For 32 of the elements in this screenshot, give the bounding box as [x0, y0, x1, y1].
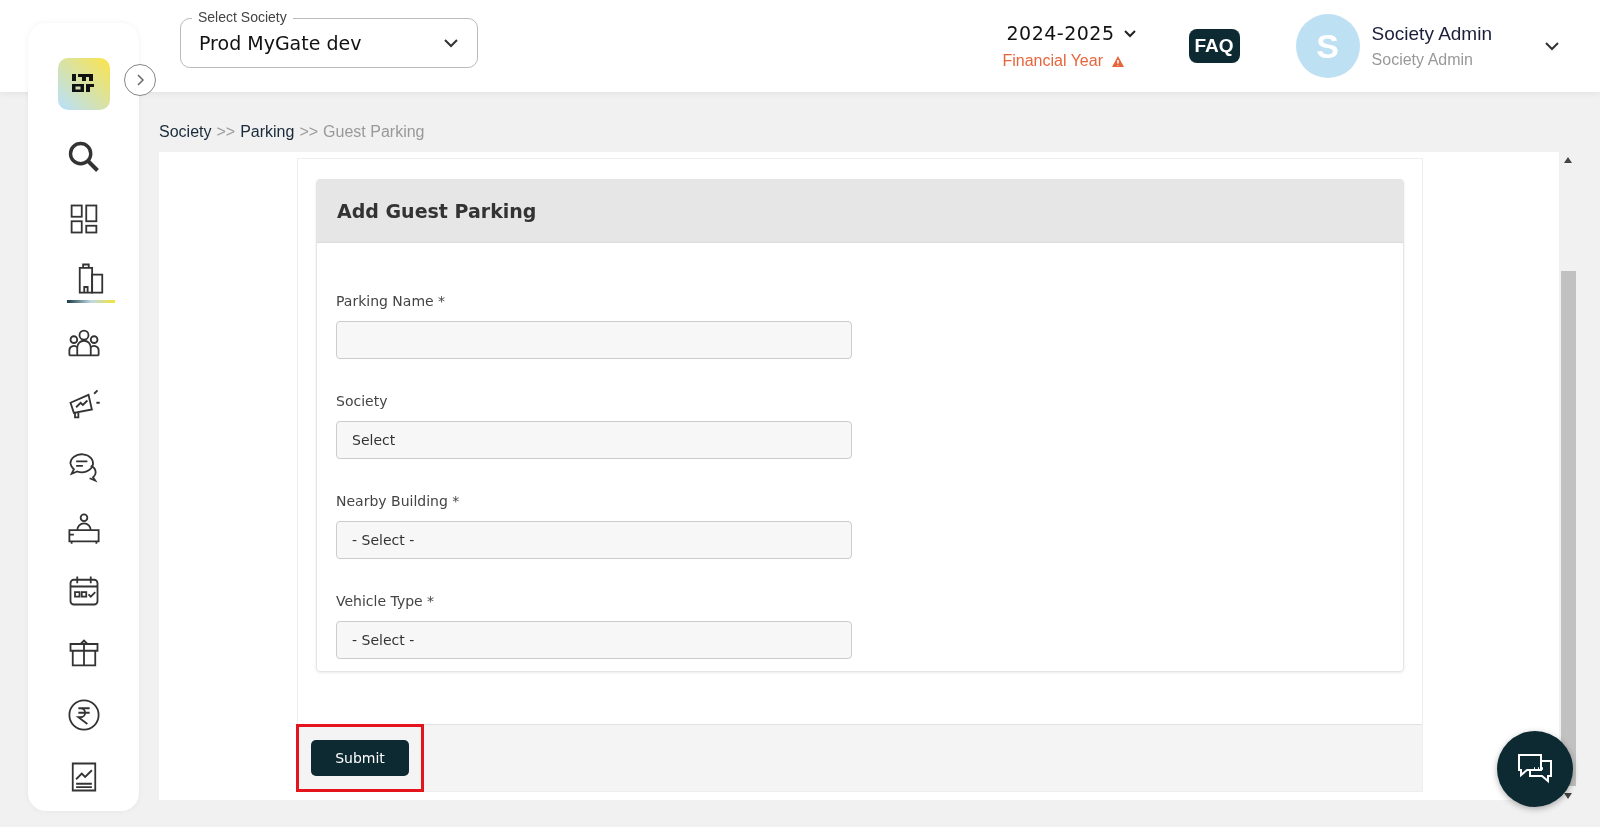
field-label: Parking Name *	[336, 293, 447, 309]
select-field[interactable]: - Select -	[336, 521, 852, 559]
scrollbar-thumb[interactable]	[1560, 271, 1576, 786]
breadcrumb-separator: >>	[299, 123, 319, 141]
scroll-up-icon[interactable]	[1563, 156, 1573, 164]
form-title: Add Guest Parking	[337, 200, 537, 222]
submit-button[interactable]: Submit	[311, 740, 409, 776]
society-select-value: Prod MyGate dev	[199, 32, 362, 54]
user-role: Society Admin	[1371, 51, 1474, 69]
faq-button[interactable]: FAQ	[1188, 29, 1240, 63]
field-label: Vehicle Type *	[336, 593, 436, 609]
desk-icon[interactable]	[65, 511, 102, 547]
field-label: Nearby Building *	[336, 493, 461, 509]
selected-indicator	[67, 299, 115, 303]
year-value[interactable]: 2024-2025	[1002, 22, 1115, 44]
breadcrumb-separator: >>	[216, 123, 236, 141]
chevron-right-icon	[136, 74, 144, 86]
app-logo[interactable]	[57, 58, 110, 110]
select-field[interactable]: - Select -	[336, 621, 852, 659]
chevron-down-icon[interactable]	[1122, 28, 1137, 38]
warning-icon	[1110, 54, 1125, 68]
chevron-down-icon	[443, 38, 459, 48]
select-field[interactable]: Select	[336, 421, 852, 459]
field-label: Society	[336, 393, 389, 409]
scroll-down-icon[interactable]	[1563, 792, 1573, 800]
chevron-down-icon[interactable]	[1544, 41, 1560, 51]
society-select-label: Select Society	[192, 9, 293, 25]
user-name: Society Admin	[1371, 23, 1492, 45]
input-field[interactable]	[336, 321, 852, 359]
financial-year-label: Financial Year	[1002, 52, 1103, 70]
breadcrumb-link[interactable]: Society	[159, 123, 212, 141]
breadcrumb-link[interactable]: Parking	[240, 123, 295, 141]
